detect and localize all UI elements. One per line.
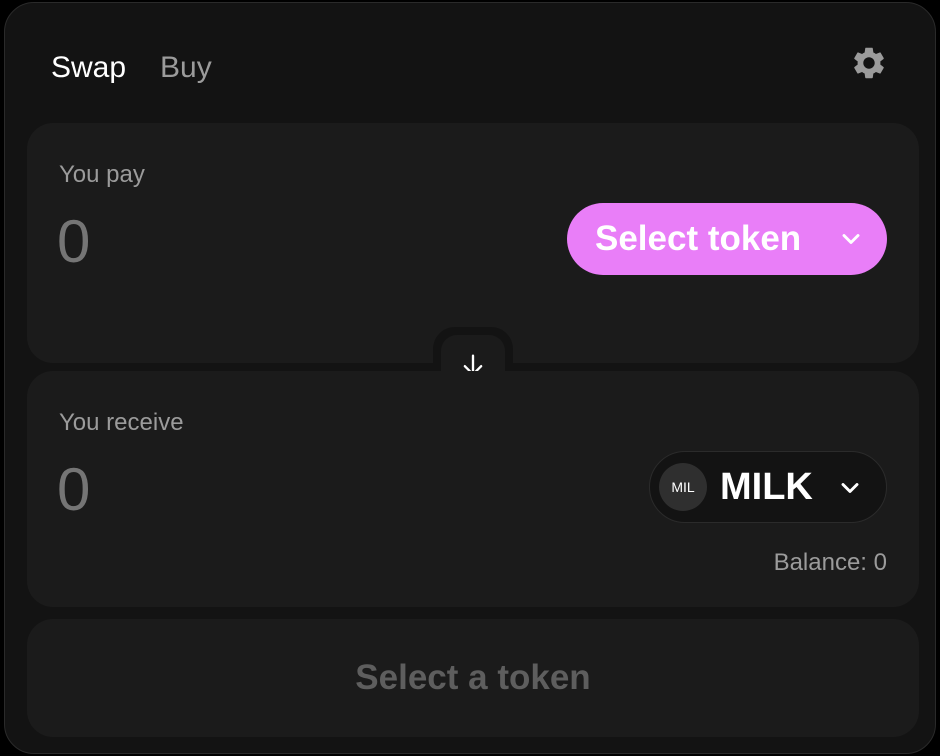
receive-amount-input[interactable] bbox=[57, 455, 477, 524]
token-logo: MIL bbox=[659, 463, 707, 511]
gear-icon bbox=[850, 44, 888, 87]
select-token-label: Select token bbox=[595, 219, 802, 258]
balance-text: Balance: 0 bbox=[773, 549, 887, 576]
select-a-token-button[interactable]: Select a token bbox=[27, 619, 919, 737]
pay-label: You pay bbox=[59, 161, 145, 188]
swap-widget: Swap Buy You pay Select token You receiv… bbox=[4, 2, 936, 754]
token-selector-milk[interactable]: MIL MILK bbox=[649, 451, 887, 523]
header-tabs: Swap Buy bbox=[51, 49, 212, 87]
pay-amount-input[interactable] bbox=[57, 207, 477, 276]
token-symbol: MILK bbox=[720, 466, 813, 508]
chevron-down-icon bbox=[836, 474, 864, 507]
receive-panel: You receive MIL MILK Balance: 0 bbox=[27, 371, 919, 607]
tab-swap[interactable]: Swap bbox=[51, 49, 126, 87]
tab-buy[interactable]: Buy bbox=[160, 49, 212, 87]
settings-button[interactable] bbox=[849, 45, 889, 85]
chevron-down-icon bbox=[837, 225, 865, 258]
select-token-button[interactable]: Select token bbox=[567, 203, 887, 275]
receive-label: You receive bbox=[59, 409, 184, 436]
